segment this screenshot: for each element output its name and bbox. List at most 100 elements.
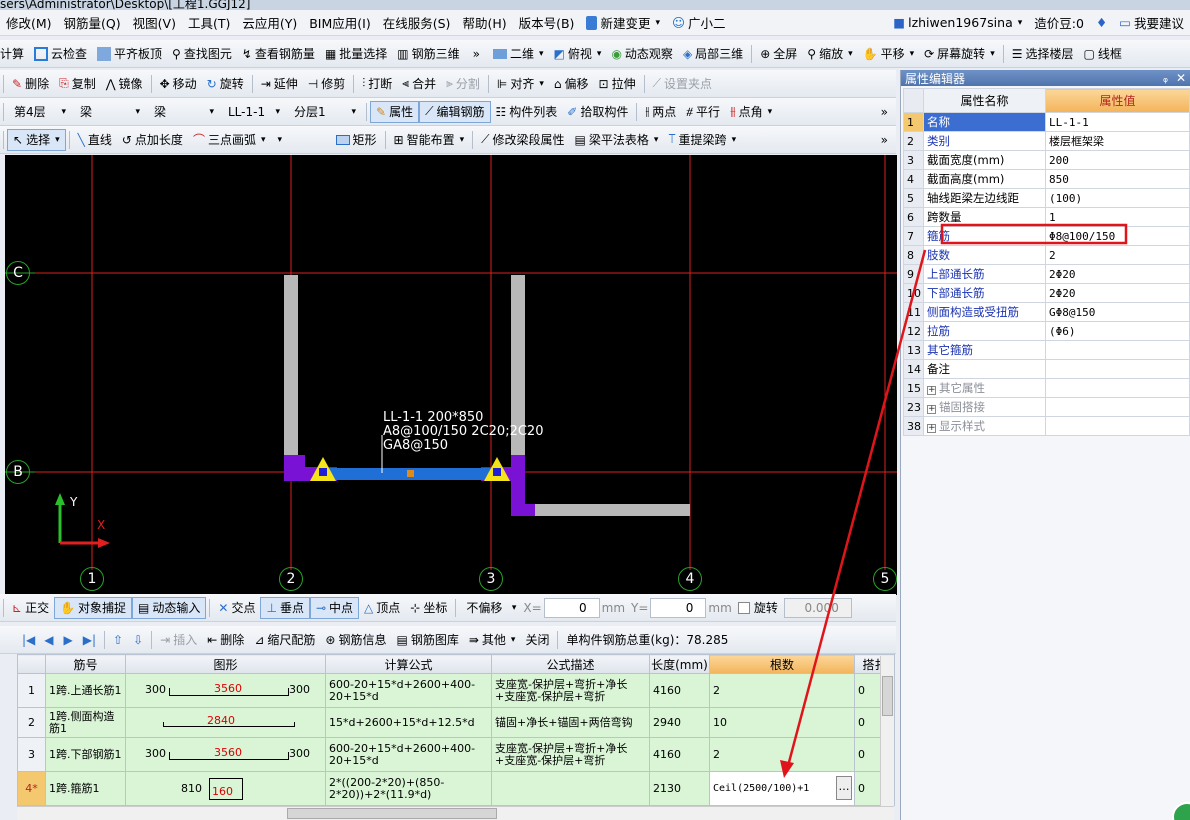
- parallel-button[interactable]: ⧣ 平行: [681, 101, 725, 123]
- header-formula[interactable]: 计算公式: [325, 654, 492, 674]
- property-row[interactable]: 5 轴线距梁左边线距 (100): [903, 188, 1190, 208]
- scale-rebar-button[interactable]: ⊿ 缩尺配筋: [249, 629, 320, 651]
- bar-count[interactable]: Ceil(2500/100)+1…: [709, 771, 855, 806]
- dynamic-input-toggle[interactable]: ▤ 动态输入: [132, 596, 207, 619]
- element-list-button[interactable]: ☷ 构件列表: [491, 101, 563, 123]
- table-row[interactable]: 4* 1跨.箍筋1 810 160 2*((200-2*20)+(850-2*20…: [17, 771, 895, 806]
- screen-rotate-button[interactable]: ⟳ 屏幕旋转: [919, 43, 1000, 65]
- prev-row-button[interactable]: ◀: [39, 629, 58, 651]
- snap-perpendicular[interactable]: ⊥ 垂点: [260, 596, 310, 619]
- bar-formula[interactable]: 15*d+2600+15*d+12.5*d: [325, 707, 492, 738]
- rotate-input[interactable]: 0.000: [783, 597, 852, 618]
- expand-icon[interactable]: +: [927, 386, 936, 395]
- object-snap-toggle[interactable]: ✋ 对象捕捉: [54, 596, 133, 619]
- menu-tools[interactable]: 工具(T): [182, 12, 236, 34]
- menu-modify[interactable]: 修改(M): [0, 12, 58, 34]
- bar-formula[interactable]: 600-20+15*d+2600+400-20+15*d: [325, 673, 492, 708]
- move-up-button[interactable]: ⇧: [108, 629, 128, 651]
- property-row[interactable]: 8 肢数 2: [903, 245, 1190, 265]
- find-element-button[interactable]: ⚲ 查找图元: [167, 43, 237, 65]
- header-length[interactable]: 长度(mm): [649, 654, 710, 674]
- batch-select-button[interactable]: ▦ 批量选择: [320, 43, 392, 65]
- bar-name[interactable]: 1跨.上通长筋1: [45, 673, 126, 708]
- header-bar-no[interactable]: 筋号: [45, 654, 126, 674]
- view-2d-button[interactable]: 二维: [488, 43, 549, 65]
- menu-help[interactable]: 帮助(H): [456, 12, 512, 34]
- bar-count[interactable]: 2: [709, 673, 855, 708]
- bar-length[interactable]: 4160: [649, 737, 710, 772]
- other-button[interactable]: ⇛ 其他: [464, 629, 521, 651]
- copy-button[interactable]: ⎘ 复制: [54, 73, 101, 95]
- pin-icon[interactable]: ᵩ: [1163, 71, 1168, 85]
- trim-button[interactable]: ⊣ 修剪: [303, 73, 350, 95]
- menu-new-change[interactable]: 新建变更: [580, 12, 666, 34]
- shape-select[interactable]: [274, 130, 328, 150]
- property-row[interactable]: 11 侧面构造或受扭筋 GΦ8@150: [903, 302, 1190, 322]
- point-angle-button[interactable]: ⫵ 点角: [725, 101, 777, 123]
- close-button[interactable]: 关闭: [520, 629, 554, 651]
- property-row[interactable]: 4 截面高度(mm) 850: [903, 169, 1190, 189]
- property-row[interactable]: 10 下部通长筋 2Φ20: [903, 283, 1190, 303]
- table-row[interactable]: 3 1跨.下部钢筋1 300 3560 300 600-20+15*d+2600+4…: [17, 737, 895, 772]
- rebar-3d-button[interactable]: ▥ 钢筋三维: [392, 43, 464, 65]
- respan-button[interactable]: ⟙ 重提梁跨: [663, 129, 741, 151]
- suggest-button[interactable]: ▭ 我要建议: [1113, 12, 1190, 34]
- property-group-row[interactable]: 15 + 其它属性: [903, 378, 1190, 398]
- subtype-select[interactable]: 梁: [150, 102, 218, 122]
- bar-desc[interactable]: 支座宽-保护层+弯折+净长+支座宽-保护层+弯折: [491, 673, 650, 708]
- insert-button[interactable]: ⇥ 插入: [155, 629, 202, 651]
- modify-segment-button[interactable]: ⟋ 修改梁段属性: [476, 129, 569, 151]
- bar-length[interactable]: 2940: [649, 707, 710, 738]
- bar-length[interactable]: 4160: [649, 673, 710, 708]
- offset-select[interactable]: 不偏移: [462, 598, 520, 618]
- property-row[interactable]: 6 跨数量 1: [903, 207, 1190, 227]
- fullscreen-button[interactable]: ⊕ 全屏: [755, 43, 802, 65]
- property-row[interactable]: 12 拉筋 (Φ6): [903, 321, 1190, 341]
- move-button[interactable]: ✥ 移动: [155, 73, 202, 95]
- property-row-stirrup[interactable]: 7 箍筋 Φ8@100/150: [903, 226, 1190, 246]
- element-select[interactable]: LL-1-1: [224, 102, 284, 122]
- rebar-info-button[interactable]: ⊛ 钢筋信息: [320, 629, 391, 651]
- menu-online[interactable]: 在线服务(S): [377, 12, 457, 34]
- bar-desc[interactable]: [491, 771, 650, 806]
- select-floor-button[interactable]: ☰ 选择楼层: [1007, 43, 1079, 65]
- view-rebar-qty-button[interactable]: ↯ 查看钢筋量: [237, 43, 320, 65]
- beam-table-button[interactable]: ▤ 梁平法表格: [570, 129, 664, 151]
- bar-length[interactable]: 2130: [649, 771, 710, 806]
- menu-assistant[interactable]: ☺ 广小二: [666, 12, 732, 34]
- overflow-chevron-icon[interactable]: »: [465, 47, 488, 61]
- type-select[interactable]: 梁: [76, 102, 144, 122]
- wireframe-button[interactable]: ▢ 线框: [1079, 43, 1127, 65]
- offset-button[interactable]: ⌂ 偏移: [549, 73, 594, 95]
- partial-3d-button[interactable]: ◈ 局部三维: [678, 43, 748, 65]
- drawing-canvas[interactable]: Y X LL-1-1 200*850 A8@100/150 2C20;2C20 …: [5, 155, 897, 595]
- snap-intersection[interactable]: ✕ 交点: [213, 597, 260, 619]
- line-button[interactable]: ╲ 直线: [73, 129, 117, 151]
- bar-name[interactable]: 1跨.侧面构造筋1: [45, 707, 126, 738]
- pick-element-button[interactable]: ✐ 拾取构件: [562, 101, 633, 123]
- rotate-button[interactable]: ↻ 旋转: [202, 73, 249, 95]
- merge-button[interactable]: ⫷ 合并: [397, 73, 441, 95]
- calc-button[interactable]: 计算: [0, 43, 29, 65]
- stretch-button[interactable]: ⊡ 拉伸: [594, 73, 641, 95]
- bar-name[interactable]: 1跨.箍筋1: [45, 771, 126, 806]
- header-count[interactable]: 根数: [709, 654, 855, 674]
- last-row-button[interactable]: ▶|: [78, 629, 101, 651]
- pan-button[interactable]: ✋ 平移: [858, 43, 920, 65]
- menu-version[interactable]: 版本号(B): [513, 12, 581, 34]
- mirror-button[interactable]: ⋀ 镜像: [101, 73, 148, 95]
- property-row[interactable]: 2 类别 楼层框架梁: [903, 131, 1190, 151]
- cloud-check-button[interactable]: 云检查: [29, 43, 92, 65]
- set-grip-button[interactable]: ⟋ 设置夹点: [648, 73, 717, 95]
- first-row-button[interactable]: |◀: [0, 629, 39, 651]
- split-button[interactable]: ⫸ 分割: [441, 73, 485, 95]
- floor-select[interactable]: 第4层: [10, 102, 70, 122]
- ellipsis-button[interactable]: …: [836, 776, 852, 800]
- top-view-button[interactable]: ◩ 俯视: [549, 43, 607, 65]
- bar-desc[interactable]: 支座宽-保护层+弯折+净长+支座宽-保护层+弯折: [491, 737, 650, 772]
- header-desc[interactable]: 公式描述: [491, 654, 650, 674]
- move-down-button[interactable]: ⇩: [128, 629, 148, 651]
- next-row-button[interactable]: ▶: [59, 629, 78, 651]
- notify-button[interactable]: ♦: [1090, 12, 1113, 34]
- bar-formula[interactable]: 2*((200-2*20)+(850-2*20))+2*(11.9*d): [325, 771, 492, 806]
